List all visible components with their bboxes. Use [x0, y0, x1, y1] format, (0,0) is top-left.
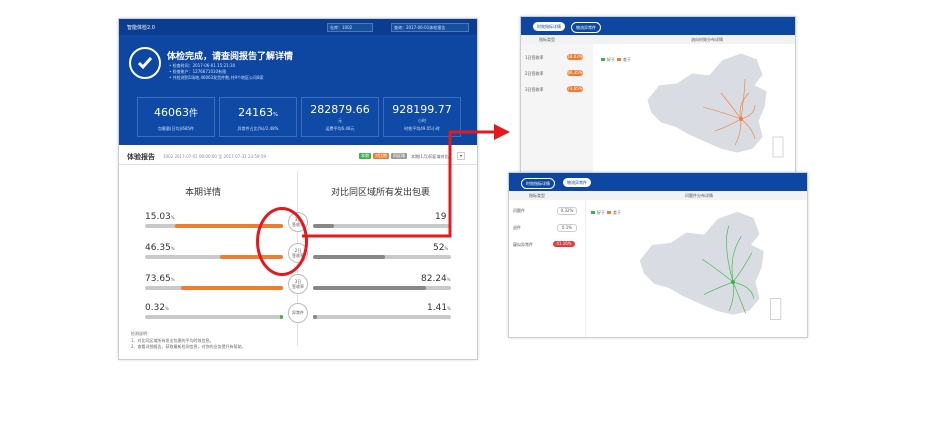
annotation-arrow: [302, 124, 510, 238]
origin-dot: [739, 117, 743, 121]
current-bar-fill: [180, 286, 283, 290]
app-title: 智能体检2.0: [127, 25, 155, 31]
list-item[interactable]: 1日签收率: [525, 55, 544, 61]
legend-label: 好于: [607, 57, 615, 62]
compare-bar-track: [313, 286, 451, 290]
headline: 体检完成，请查阅报告了解详情: [167, 52, 294, 62]
list-item[interactable]: 退件: [513, 225, 521, 231]
stat-card: 24163% 异常件占比(%)/2.48%: [219, 97, 297, 137]
current-bar-track: [145, 286, 283, 290]
timeliness-panel: 时效指标详情 物流异常件 指标类型 流向时效分布详情 1日签收率 18.03% …: [520, 16, 796, 174]
column-header-current: 本期详情: [185, 188, 222, 198]
metric-circle[interactable]: 3日 签收率: [288, 274, 308, 294]
tab-timeliness[interactable]: 时效指标详情: [521, 178, 555, 189]
compare-value: 82.24%: [421, 274, 451, 284]
current-bar-track: [145, 315, 283, 319]
panel-header: 指标类型 流向时效分布详情: [521, 35, 795, 44]
current-value: 0.32%: [145, 303, 169, 313]
meta-line: • 共检测到1场地,46063发货件数,共9个地区公司8家: [169, 75, 264, 80]
legend-swatch-worse: [607, 211, 611, 214]
list-item[interactable]: 2日签收率: [525, 71, 544, 77]
panel-topbar: 时效指标详情 物流异常件: [509, 173, 807, 191]
panel-topbar: 时效指标详情 物流异常件: [521, 17, 795, 35]
china-map: [646, 52, 784, 158]
top-bar: 智能体检2.0 仓库：1002 查询：2017-06-01体检报告: [119, 19, 477, 35]
tab-exceptions[interactable]: 物流异常件: [563, 178, 591, 187]
compare-bar-track: [313, 255, 451, 259]
date-select[interactable]: 查询：2017-06-01体检报告: [391, 23, 469, 32]
origin-dot: [730, 279, 736, 285]
compare-value: 1.41%: [427, 303, 451, 313]
tab-timeliness[interactable]: 时效指标详情: [533, 22, 565, 31]
value-pill: 73.65%: [567, 86, 583, 92]
note-line: 2、查看详细报告，获取最新检测信息，对你的业务提升有帮助。: [131, 344, 246, 349]
current-value: 73.65%: [145, 274, 175, 284]
metric-list: 问题件 0.32% 退件 0.1% 疑似异常件 41.16%: [509, 200, 586, 337]
metric-list: 1日签收率 18.03% 2日签收率 66.35% 3日签收率 73.65%: [521, 44, 593, 173]
notes-title: 检测说明：: [131, 331, 151, 336]
panel-header: 指标类型 问题件分布详情: [509, 191, 807, 200]
compare-bar-fill: [313, 255, 385, 259]
list-item[interactable]: 3日签收率: [525, 87, 544, 93]
legend-swatch-worse: [617, 58, 621, 61]
compare-bar-track: [313, 315, 451, 319]
value-pill: 66.35%: [567, 70, 583, 76]
metric-circle[interactable]: 异常件: [288, 303, 308, 323]
report-subtitle: 1002 2017-07-01 00:00:00 至 2017-07-31 23…: [163, 154, 266, 159]
legend-label: 好于: [597, 210, 605, 215]
current-bar-fill: [280, 315, 283, 319]
legend-swatch-better: [601, 58, 605, 61]
stat-label: 包裹量(日均)/685件: [157, 126, 195, 131]
tab-exceptions[interactable]: 物流异常件: [571, 22, 601, 33]
stat-value: 46063: [153, 106, 189, 119]
stat-value: 24163: [238, 106, 274, 119]
stat-value: 928199.77: [392, 103, 452, 116]
china-map: [638, 210, 782, 320]
legend-label: 差于: [613, 210, 621, 215]
stat-card: 46063件 包裹量(日均)/685件: [137, 97, 215, 137]
compare-bar-fill: [313, 286, 427, 290]
check-circle-icon: [129, 47, 161, 79]
report-title: 体验报告: [127, 153, 155, 161]
value-pill: 18.03%: [567, 54, 583, 60]
stat-unit: 件: [188, 109, 198, 119]
list-item[interactable]: 疑似异常件: [513, 242, 533, 248]
compare-bar-fill: [313, 315, 318, 319]
current-value: 46.35%: [145, 243, 175, 253]
exceptions-panel: 时效指标详情 物流异常件 指标类型 问题件分布详情 问题件 0.32% 退件 0…: [508, 172, 808, 338]
legend-swatch-better: [591, 211, 595, 214]
stat-unit: %: [273, 112, 278, 118]
warehouse-select[interactable]: 仓库：1002: [327, 23, 373, 32]
current-value: 15.03%: [145, 212, 175, 222]
value-pill: 0.1%: [557, 224, 577, 232]
stat-value: 282879.66: [310, 103, 370, 116]
list-item[interactable]: 问题件: [513, 208, 525, 214]
legend-label: 差于: [623, 57, 631, 62]
value-pill: 0.32%: [557, 207, 577, 215]
value-pill: 41.16%: [553, 241, 575, 247]
stat-label: 异常件占比(%)/2.48%: [237, 126, 279, 131]
